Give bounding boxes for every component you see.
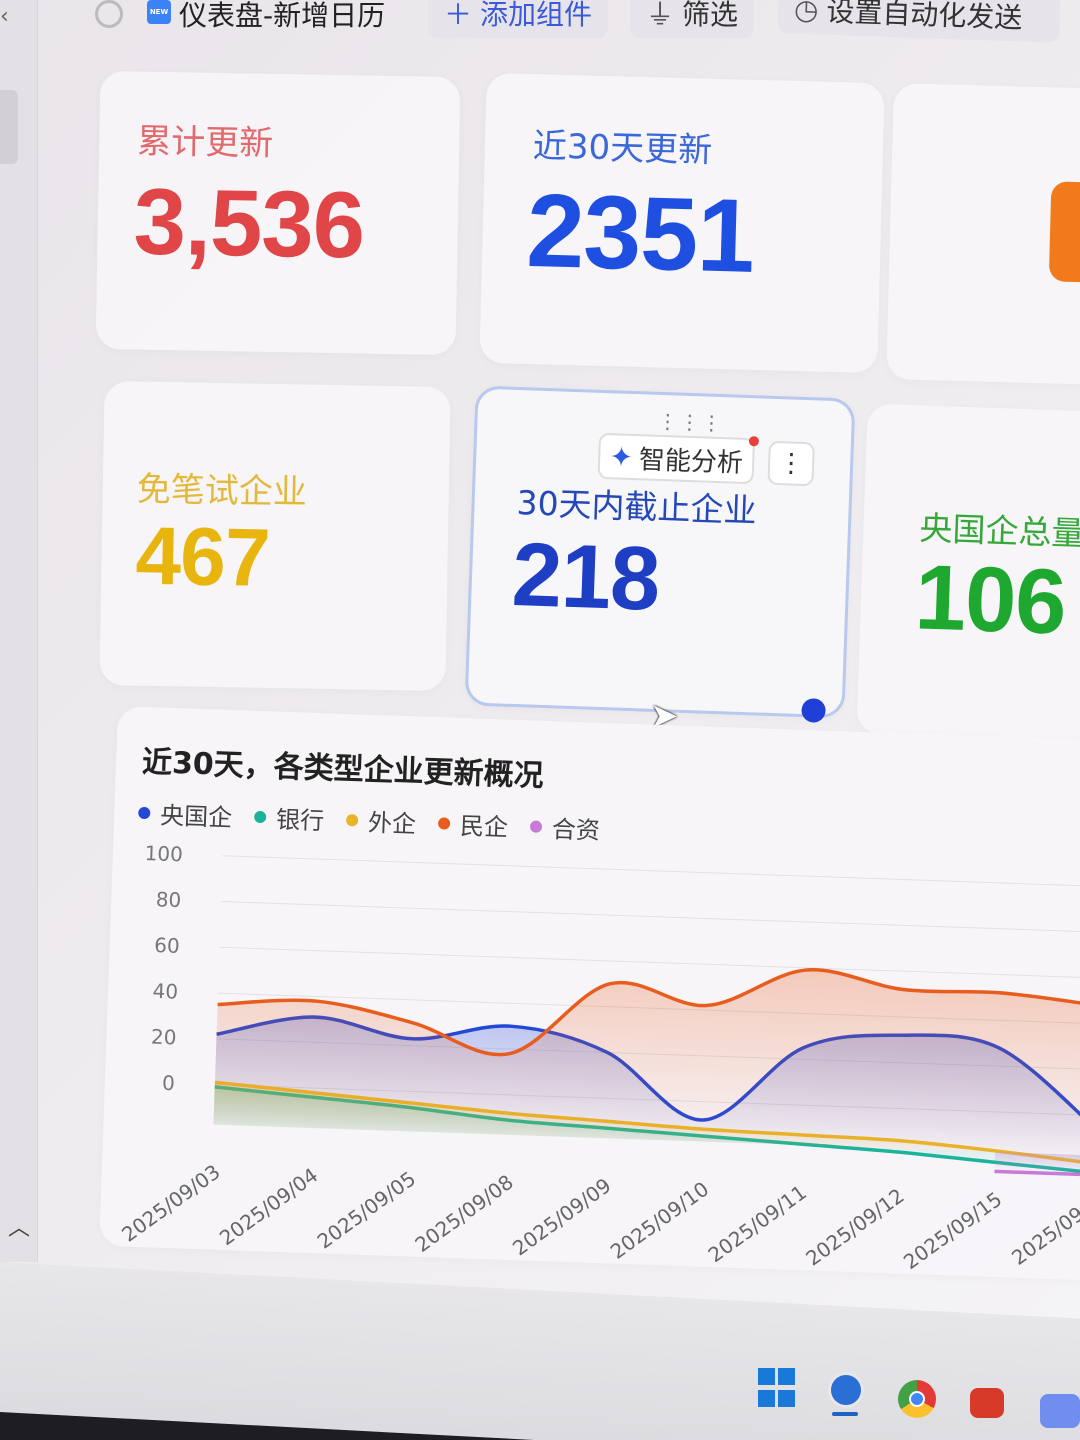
auto-send-label: 设置自动化发送 [825,0,1023,35]
back-chevron-icon[interactable]: ‹ [0,4,9,29]
x-tick-label: 2025/09/12 [801,1183,908,1270]
legend-dot [437,816,451,830]
chart-card: 近30天，各类型企业更新概况 央国企 银行 外企 民企 合资 100 80 60 40 20 0 2… [99,706,1080,1281]
grid-line [221,901,1080,933]
partial-metric-card[interactable] [886,83,1080,385]
blue-app-icon[interactable] [1040,1394,1080,1428]
filter-button[interactable]: ⏚ 筛选 [630,0,755,38]
no-exam-card[interactable]: 免笔试企业 467 [99,381,451,691]
sidebar: ‹ ︿ [0,0,38,1262]
y-tick-label: 60 [154,933,180,958]
y-tick-label: 80 [155,887,181,912]
legend-label: 民企 [459,812,509,842]
updates-30d-card[interactable]: 近30天更新 2351 [479,72,885,374]
collapse-chevron-icon[interactable]: ︿ [8,1210,30,1242]
sidebar-active-item[interactable] [0,90,18,164]
red-app-icon[interactable] [970,1388,1004,1418]
total-updates-label: 累计更新 [136,121,274,164]
orange-metric-icon [1048,181,1080,283]
add-widget-button[interactable]: ＋ 添加组件 [428,0,609,38]
chart-plot: 1008060402002025/09/032025/09/042025/09/… [117,841,1080,1274]
updates-30d-value: 2351 [525,172,756,295]
x-tick-label: 2025/09/04 [215,1163,322,1250]
drag-handle-icon[interactable]: ⋮⋮⋮ [657,409,724,435]
deadline-30d-value: 218 [510,524,661,630]
new-badge-icon: NEW [147,0,171,24]
smart-analysis-label: 智能分析 [638,444,744,479]
deadline-30d-label: 30天内截止企业 [515,482,758,531]
chrome-icon[interactable] [898,1380,936,1418]
smart-analysis-button[interactable]: ✦ 智能分析 [597,432,756,485]
x-tick-label: 2025/09/10 [606,1177,713,1264]
filter-icon: ⏚ [646,0,675,31]
plus-icon: ＋ [444,0,473,31]
active-app-indicator [832,1412,858,1416]
soe-total-value: 106 [913,546,1068,654]
grid-line [222,855,1080,887]
soe-total-card[interactable]: 央国企总量 106 [856,403,1080,743]
chart-title: 近30天，各类型企业更新概况 [141,744,545,794]
x-tick-label: 2025/09/08 [410,1170,517,1257]
legend-label: 银行 [275,805,325,836]
clock-icon[interactable] [95,0,123,28]
dashboard-title: 仪表盘-新增日历 [179,0,386,32]
legend-dot [138,806,151,819]
auto-send-button[interactable]: ◷ 设置自动化发送 [777,0,1061,43]
legend-label: 外企 [367,808,417,839]
y-tick-label: 40 [152,979,178,1004]
total-updates-value: 3,536 [132,168,365,278]
updates-30d-label: 近30天更新 [532,126,713,171]
sparkle-icon: ✦ [608,439,634,474]
total-updates-card[interactable]: 累计更新 3,536 [95,70,461,356]
y-tick-label: 0 [162,1071,176,1095]
deadline-30d-card[interactable]: ⋮⋮⋮ ✦ 智能分析 ⋮ 30天内截止企业 218 [464,385,856,723]
more-options-button[interactable]: ⋮ [767,440,815,487]
browser-app-icon[interactable] [828,1372,864,1408]
dashboard-screen: ‹ ︿ NEW 仪表盘-新增日历 ＋ 添加组件 ⏚ 筛选 ◷ 设置自动化发送 累… [0,0,1080,1330]
grid-line [219,946,1080,979]
legend-dot [529,819,543,833]
add-widget-label: 添加组件 [480,0,593,31]
schedule-icon: ◷ [793,0,820,26]
legend-label: 合资 [551,815,601,845]
series-area [213,969,1080,1156]
x-tick-label: 2025/09/05 [313,1166,420,1253]
x-tick-label: 2025/09/15 [899,1187,1006,1274]
no-exam-label: 免笔试企业 [136,469,308,513]
x-tick-label: 2025/09/09 [508,1173,615,1260]
y-tick-label: 100 [144,841,183,866]
windows-start-icon[interactable] [758,1368,798,1408]
notification-dot [748,436,760,447]
no-exam-value: 467 [134,510,271,604]
y-tick-label: 20 [151,1025,177,1050]
x-tick-label: 2025/09/11 [704,1180,811,1267]
x-tick-label: 2025/09/03 [117,1160,224,1247]
legend-dot [345,813,359,826]
x-tick-label: 2025/09/1 [1007,1190,1080,1270]
resize-handle[interactable] [801,698,826,723]
filter-label: 筛选 [682,0,739,31]
legend-dot [254,810,267,823]
dashboard-header: NEW 仪表盘-新增日历 ＋ 添加组件 ⏚ 筛选 ◷ 设置自动化发送 [95,0,1080,46]
